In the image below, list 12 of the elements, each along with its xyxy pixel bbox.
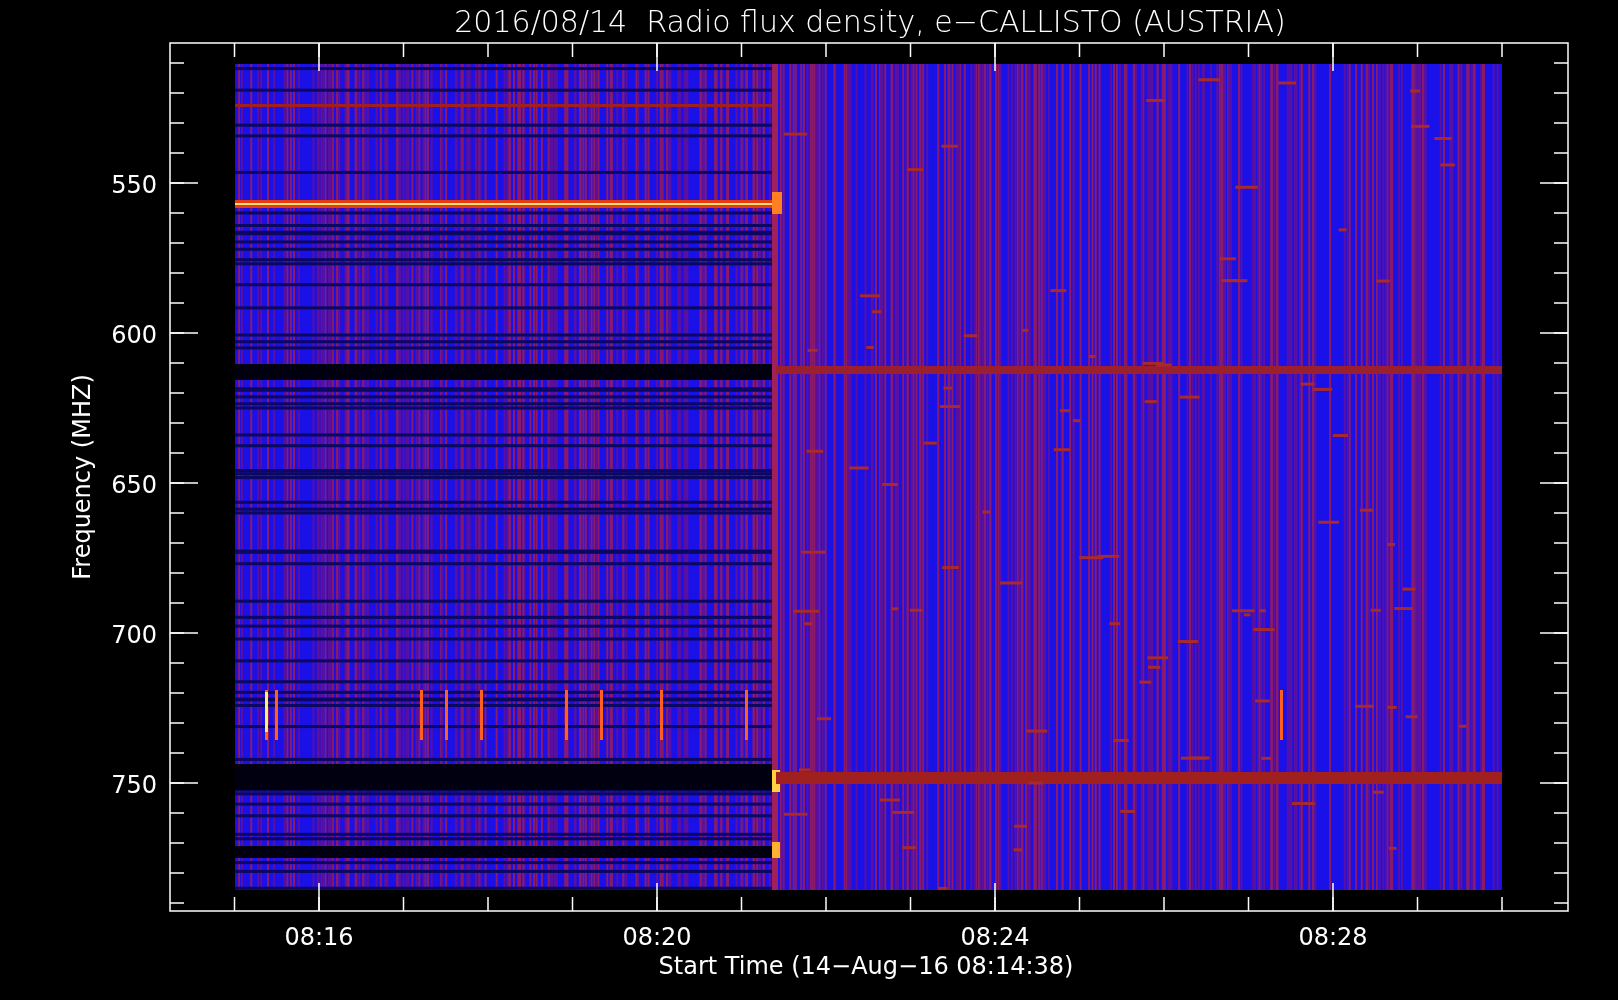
- y-tick-label: 650: [111, 471, 157, 499]
- y-tick-label: 700: [111, 621, 157, 649]
- chart-title: 2016/08/14 Radio flux density, e−CALLISTO (AUSTRIA): [454, 4, 1286, 39]
- y-tick-label: 550: [111, 171, 157, 199]
- x-axis-label: Start Time (14−Aug−16 08:14:38): [658, 952, 1074, 980]
- y-axis-label: Frequency (MHZ): [68, 374, 96, 580]
- x-tick-label: 08:20: [622, 923, 692, 951]
- y-tick-label: 750: [111, 771, 157, 799]
- x-tick-label: 08:16: [284, 923, 354, 951]
- x-tick-label: 08:28: [1298, 923, 1368, 951]
- x-tick-label: 08:24: [960, 923, 1030, 951]
- y-tick-label: 600: [111, 321, 157, 349]
